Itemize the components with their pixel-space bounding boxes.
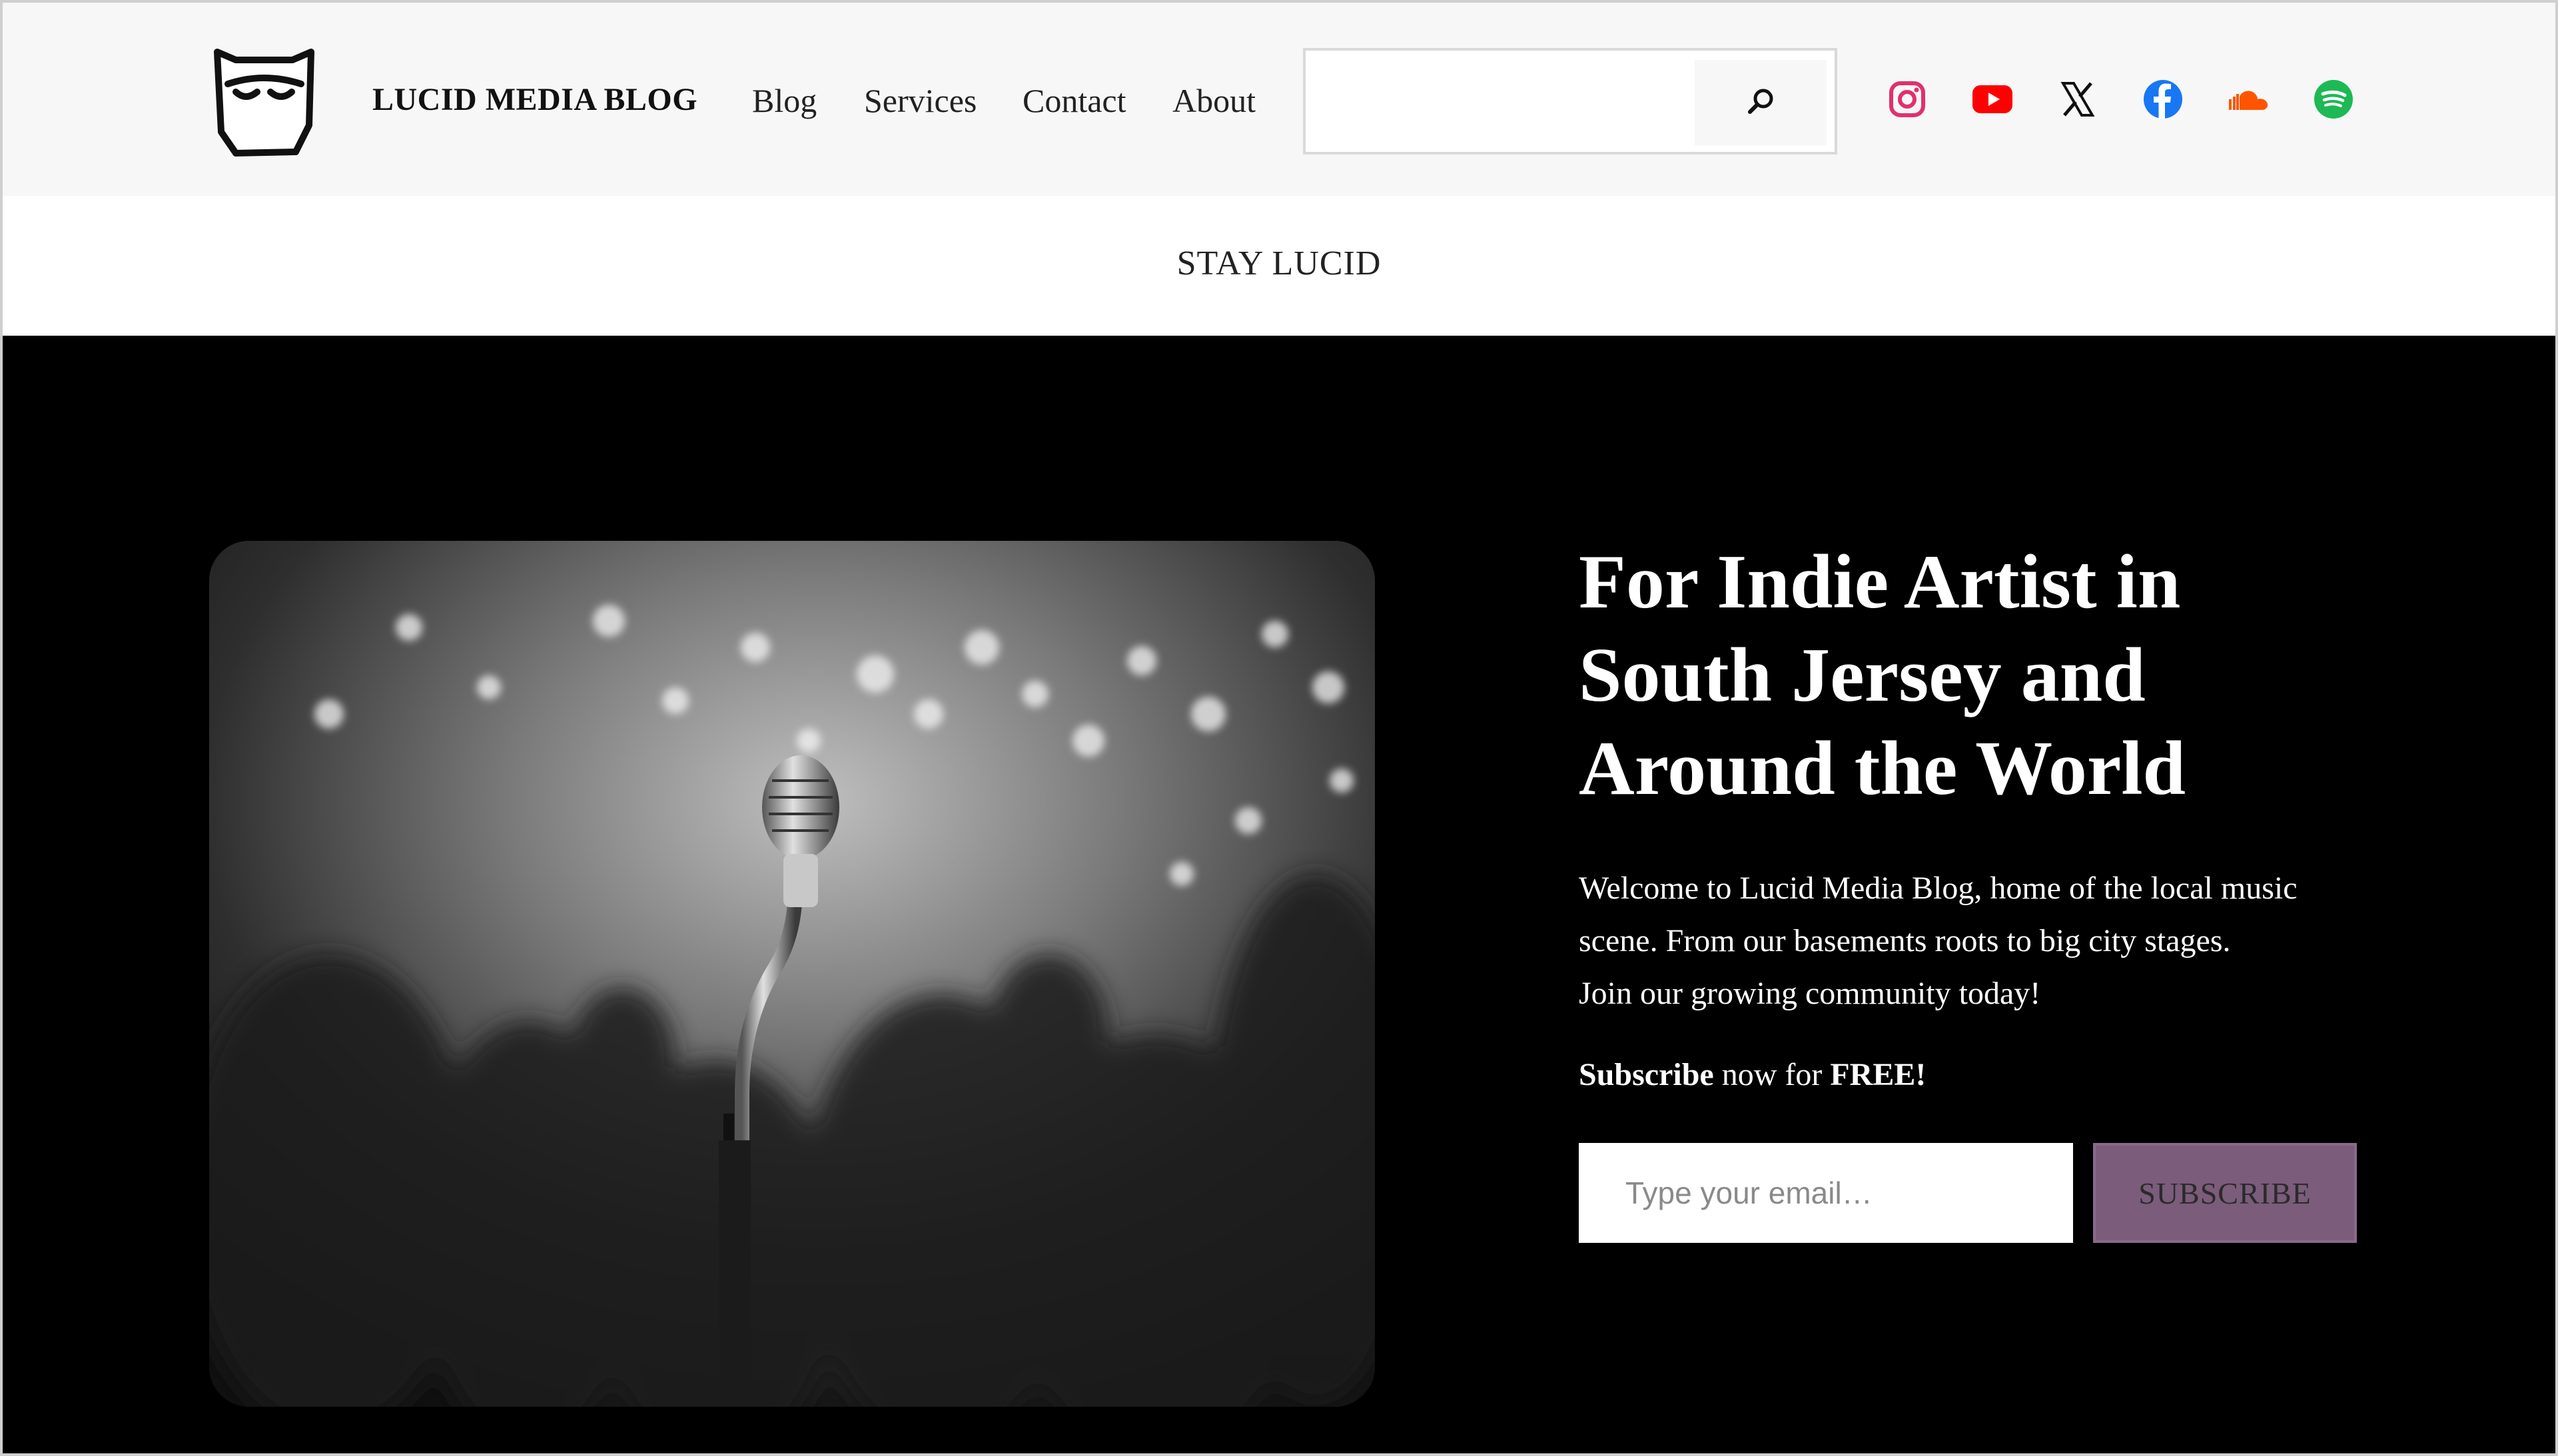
instagram-icon[interactable] [1885,77,1929,121]
nav-blog[interactable]: Blog [752,81,817,120]
subscribe-word: Subscribe [1579,1057,1714,1092]
hero-microphone-image [209,541,1375,1407]
subscribe-mid: now for [1713,1057,1831,1092]
subscribe-free: FREE! [1830,1057,1926,1092]
search-input[interactable] [1311,56,1672,147]
search-button[interactable] [1695,60,1827,145]
youtube-icon[interactable] [1970,77,2014,121]
tagline: STAY LUCID [1176,244,1382,282]
hero-intro-line-1: Welcome to Lucid Media Blog, home of the… [1579,871,2298,906]
search-icon [1745,85,1777,121]
nav-contact[interactable]: Contact [1023,81,1126,120]
facebook-icon[interactable] [2141,77,2185,121]
hero-headline: For Indie Artist in South Jersey and Aro… [1579,540,2186,811]
search-box [1303,48,1837,155]
brand-name[interactable]: LUCID MEDIA BLOG [372,81,697,118]
hero-intro: Welcome to Lucid Media Blog, home of the… [1579,862,2332,1020]
site-header: LUCID MEDIA BLOG Blog Services Contact A… [3,3,2555,196]
nav-about[interactable]: About [1172,81,1256,120]
owl-logo-icon[interactable] [209,45,319,159]
hero-intro-line-2: scene. From our basements roots to big c… [1579,923,2231,958]
spotify-icon[interactable] [2312,77,2355,121]
browser-frame: LUCID MEDIA BLOG Blog Services Contact A… [0,0,2558,1456]
nav-services[interactable]: Services [864,81,977,120]
email-field[interactable] [1579,1143,2073,1243]
soundcloud-icon[interactable] [2226,77,2270,121]
subscribe-button[interactable]: SUBSCRIBE [2093,1143,2357,1243]
subscribe-callout: Subscribe now for FREE! [1579,1056,1926,1093]
x-icon[interactable] [2056,77,2100,121]
hero-intro-line-3: Join our growing community today! [1579,976,2041,1011]
